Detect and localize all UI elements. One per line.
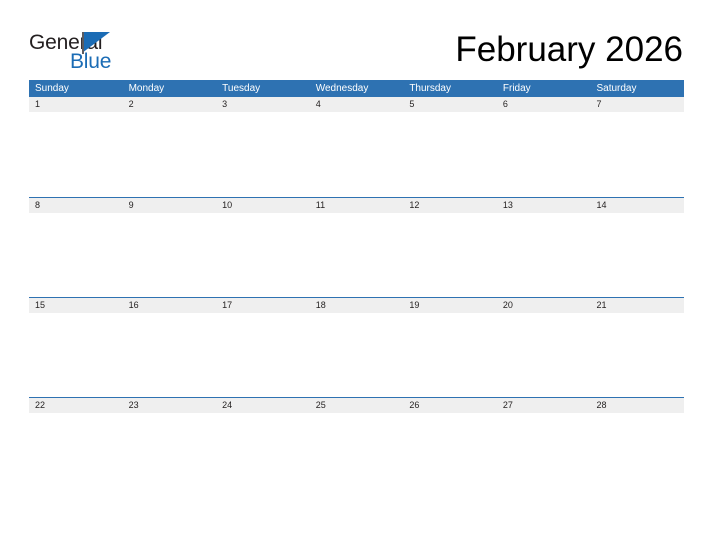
day-event-cell[interactable] xyxy=(123,112,217,197)
weekday-header-saturday: Saturday xyxy=(596,83,637,94)
general-blue-logo[interactable]: General Blue xyxy=(29,31,159,75)
day-event-cell[interactable] xyxy=(123,213,217,298)
date-cell[interactable]: 10 xyxy=(216,198,310,213)
day-event-cell[interactable] xyxy=(216,213,310,298)
week-date-band: 22 23 24 25 26 27 28 xyxy=(29,397,684,413)
day-event-cell[interactable] xyxy=(310,213,404,298)
date-cell[interactable]: 9 xyxy=(123,198,217,213)
weekday-header-thursday: Thursday xyxy=(409,83,451,94)
date-cell[interactable]: 5 xyxy=(403,97,497,112)
date-cell[interactable]: 22 xyxy=(29,398,123,413)
date-cell[interactable]: 11 xyxy=(310,198,404,213)
week-event-area xyxy=(29,313,684,398)
date-cell[interactable]: 17 xyxy=(216,298,310,313)
date-cell[interactable]: 3 xyxy=(216,97,310,112)
date-cell[interactable]: 16 xyxy=(123,298,217,313)
day-event-cell[interactable] xyxy=(403,313,497,398)
week-date-band: 15 16 17 18 19 20 21 xyxy=(29,297,684,313)
day-event-cell[interactable] xyxy=(310,112,404,197)
week-event-area xyxy=(29,413,684,498)
date-cell[interactable]: 23 xyxy=(123,398,217,413)
day-event-cell[interactable] xyxy=(590,112,684,197)
week-date-band: 8 9 10 11 12 13 14 xyxy=(29,197,684,213)
weekday-header-monday: Monday xyxy=(128,83,165,94)
day-event-cell[interactable] xyxy=(123,413,217,498)
date-cell[interactable]: 27 xyxy=(497,398,591,413)
calendar-grid: Sunday Monday Tuesday Wednesday Thursday… xyxy=(29,80,684,498)
calendar-week-row: 8 9 10 11 12 13 14 xyxy=(29,197,684,298)
date-cell[interactable]: 7 xyxy=(590,97,684,112)
day-event-cell[interactable] xyxy=(216,413,310,498)
date-cell[interactable]: 19 xyxy=(403,298,497,313)
date-cell[interactable]: 2 xyxy=(123,97,217,112)
date-cell[interactable]: 13 xyxy=(497,198,591,213)
day-event-cell[interactable] xyxy=(497,313,591,398)
date-cell[interactable]: 25 xyxy=(310,398,404,413)
weekday-header-wednesday: Wednesday xyxy=(315,83,369,94)
week-event-area xyxy=(29,213,684,298)
calendar-week-row: 1 2 3 4 5 6 7 xyxy=(29,97,684,197)
page-title: February 2026 xyxy=(455,30,683,69)
date-cell[interactable]: 18 xyxy=(310,298,404,313)
day-event-cell[interactable] xyxy=(29,213,123,298)
date-cell[interactable]: 14 xyxy=(590,198,684,213)
date-cell[interactable]: 8 xyxy=(29,198,123,213)
day-event-cell[interactable] xyxy=(590,413,684,498)
day-event-cell[interactable] xyxy=(29,313,123,398)
date-cell[interactable]: 21 xyxy=(590,298,684,313)
page-header: General Blue February 2026 xyxy=(0,0,712,80)
day-event-cell[interactable] xyxy=(310,313,404,398)
day-event-cell[interactable] xyxy=(310,413,404,498)
day-event-cell[interactable] xyxy=(497,112,591,197)
date-cell[interactable]: 20 xyxy=(497,298,591,313)
date-cell[interactable]: 1 xyxy=(29,97,123,112)
day-event-cell[interactable] xyxy=(403,213,497,298)
day-event-cell[interactable] xyxy=(216,313,310,398)
date-cell[interactable]: 15 xyxy=(29,298,123,313)
day-event-cell[interactable] xyxy=(497,413,591,498)
calendar-week-row: 22 23 24 25 26 27 28 xyxy=(29,397,684,498)
calendar-week-row: 15 16 17 18 19 20 21 xyxy=(29,297,684,398)
date-cell[interactable]: 6 xyxy=(497,97,591,112)
day-event-cell[interactable] xyxy=(29,413,123,498)
day-event-cell[interactable] xyxy=(216,112,310,197)
weekday-header-row: Sunday Monday Tuesday Wednesday Thursday… xyxy=(29,80,684,97)
weekday-header-friday: Friday xyxy=(502,83,531,94)
week-date-band: 1 2 3 4 5 6 7 xyxy=(29,97,684,112)
date-cell[interactable]: 12 xyxy=(403,198,497,213)
day-event-cell[interactable] xyxy=(29,112,123,197)
day-event-cell[interactable] xyxy=(590,313,684,398)
date-cell[interactable]: 4 xyxy=(310,97,404,112)
day-event-cell[interactable] xyxy=(123,313,217,398)
weekday-header-sunday: Sunday xyxy=(35,83,69,94)
day-event-cell[interactable] xyxy=(590,213,684,298)
day-event-cell[interactable] xyxy=(497,213,591,298)
week-event-area xyxy=(29,112,684,197)
day-event-cell[interactable] xyxy=(403,413,497,498)
day-event-cell[interactable] xyxy=(403,112,497,197)
date-cell[interactable]: 24 xyxy=(216,398,310,413)
logo-text-blue: Blue xyxy=(70,50,112,73)
weekday-header-tuesday: Tuesday xyxy=(222,83,261,94)
date-cell[interactable]: 28 xyxy=(590,398,684,413)
date-cell[interactable]: 26 xyxy=(403,398,497,413)
